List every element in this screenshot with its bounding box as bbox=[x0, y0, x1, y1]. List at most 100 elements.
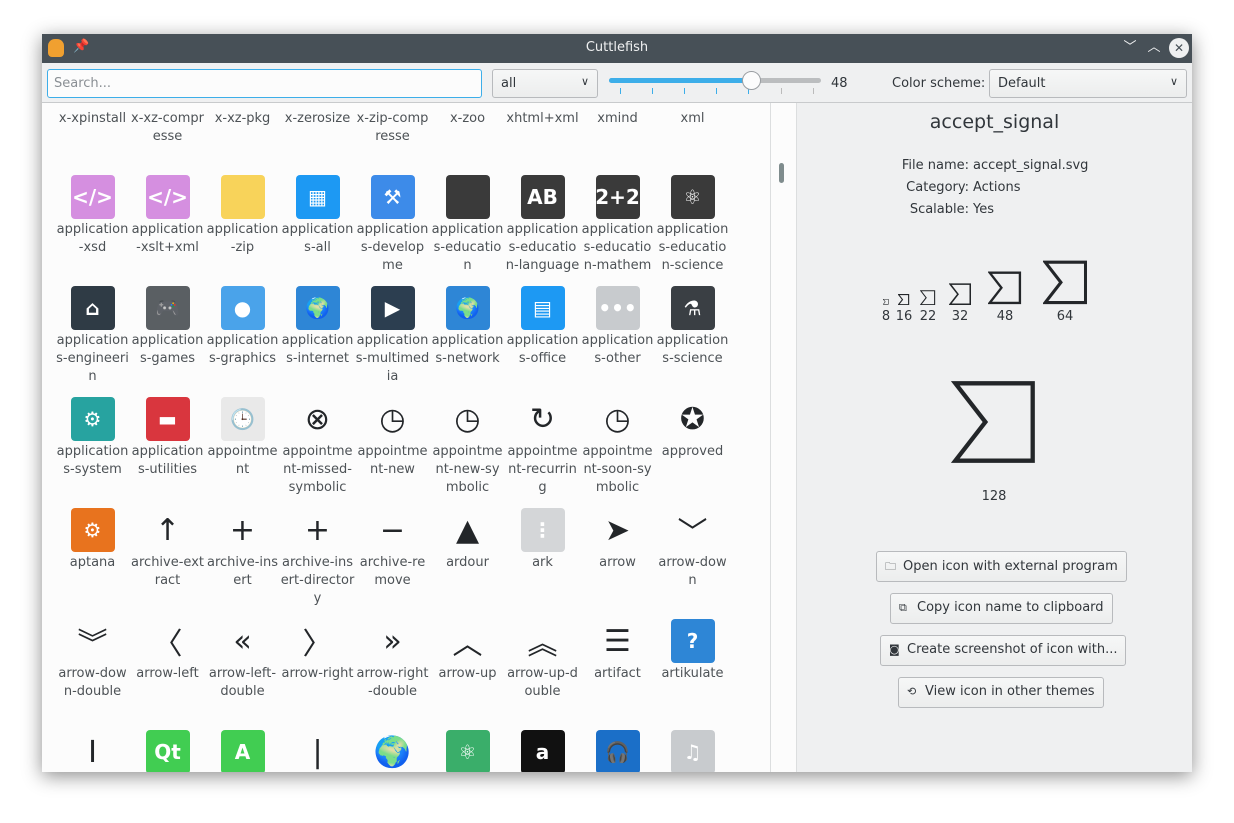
icon-grid-item[interactable]: ︾ arrow-down-double bbox=[55, 616, 130, 727]
icon-label: applications-all bbox=[281, 222, 354, 255]
icon-grid-item[interactable]: ▤ applications-office bbox=[505, 283, 580, 394]
icon-grid-item[interactable]: x-zoo bbox=[430, 103, 505, 172]
artifact-icon: ☰ bbox=[595, 619, 640, 663]
icon-size-slider[interactable] bbox=[609, 63, 821, 103]
view-other-themes-button[interactable]: ⟲ View icon in other themes bbox=[898, 677, 1104, 708]
icon-grid-item[interactable]: ◷ appointment-new-symbolic bbox=[430, 394, 505, 505]
icon-grid-item[interactable]: 🎮 applications-games bbox=[130, 283, 205, 394]
icon-grid-item[interactable]: ↻ appointment-recurring bbox=[505, 394, 580, 505]
association-icon: | bbox=[295, 730, 340, 772]
icon-grid-item[interactable]: ▬ applications-utilities bbox=[130, 394, 205, 505]
icon-grid-item[interactable]: ? artikulate bbox=[655, 616, 730, 727]
icon-grid-item[interactable]: xmind bbox=[580, 103, 655, 172]
icon-grid-item[interactable]: + archive-insert-directory bbox=[280, 505, 355, 616]
icon-grid-item[interactable]: ⚛atom bbox=[430, 727, 505, 772]
icon-grid-item[interactable]: ︿ arrow-up bbox=[430, 616, 505, 727]
icon-grid-item[interactable]: 2+2applications-education-mathematic bbox=[580, 172, 655, 283]
icon-grid-item[interactable]: ◷ appointment-soon-symbolic bbox=[580, 394, 655, 505]
icon-grid-item[interactable]: aaudacious bbox=[505, 727, 580, 772]
arrow-down-double-icon: ︾ bbox=[70, 619, 115, 663]
copy-icon: ⧉ bbox=[899, 601, 907, 614]
size-value: 48 bbox=[831, 76, 848, 91]
icon-grid-item[interactable]: |association bbox=[280, 727, 355, 772]
grid-scrollbar[interactable] bbox=[770, 103, 797, 772]
icon-grid-item[interactable]: − archive-remove bbox=[355, 505, 430, 616]
create-screenshot-button[interactable]: ◙ Create screenshot of icon with... bbox=[880, 635, 1127, 666]
icon-grid-item[interactable]: + archive-insert bbox=[205, 505, 280, 616]
category-label: Category: bbox=[906, 180, 969, 195]
icon-grid-item[interactable]: ✪ approved bbox=[655, 394, 730, 505]
icon-label: application-xslt+xml bbox=[131, 222, 204, 255]
icon-grid-item[interactable]: x-xz-pkg bbox=[205, 103, 280, 172]
icon-grid-item[interactable]: </> application-xslt+xml bbox=[130, 172, 205, 283]
icon-grid-item[interactable]: ••• applications-other bbox=[580, 283, 655, 394]
copy-name-button[interactable]: ⧉ Copy icon name to clipboard bbox=[890, 593, 1113, 624]
icon-grid-item[interactable]: ● applications-graphics bbox=[205, 283, 280, 394]
search-input[interactable] bbox=[47, 69, 482, 98]
icon-grid-item[interactable]: 〉 arrow-right bbox=[280, 616, 355, 727]
icon-label: applications-engineerin bbox=[56, 333, 129, 384]
icon-grid-item[interactable]: xml bbox=[655, 103, 730, 172]
icon-grid-item[interactable]: x-xz-compresse bbox=[130, 103, 205, 172]
color-scheme-select[interactable]: Default ∨ bbox=[989, 69, 1187, 98]
category-select[interactable]: all ∨ bbox=[492, 69, 598, 98]
icon-grid-item[interactable]: ➤ arrow bbox=[580, 505, 655, 616]
icon-grid-item[interactable]: applications-education bbox=[430, 172, 505, 283]
icon-grid-item[interactable]: Qtassistant bbox=[130, 727, 205, 772]
icon-grid-item[interactable]: x-zerosize bbox=[280, 103, 355, 172]
icon-grid-item[interactable]: «arrow-left-double bbox=[205, 616, 280, 727]
applications-education-mathematic-icon: 2+2 bbox=[595, 175, 640, 219]
applications-engineerin-icon: ⌂ bbox=[70, 286, 115, 330]
icon-grid-item[interactable]: ▶ applications-multimedia bbox=[355, 283, 430, 394]
applications-internet-icon: 🌍 bbox=[295, 286, 340, 330]
icon-grid-item[interactable]: ⚛ applications-education-science bbox=[655, 172, 730, 283]
icon-grid-item[interactable]: x-zip-compresse bbox=[355, 103, 430, 172]
icon-grid-item[interactable]: ⚙ aptana bbox=[55, 505, 130, 616]
category-value: all bbox=[501, 76, 517, 91]
maximize-button[interactable]: ︿ bbox=[1144, 38, 1164, 58]
icon-grid-item[interactable]: x-xpinstall bbox=[55, 103, 130, 172]
icon-grid-item[interactable]: application-zip bbox=[205, 172, 280, 283]
icon-label: archive-extract bbox=[131, 555, 204, 588]
icon-label: arrow-up-double bbox=[507, 666, 578, 699]
icon-grid-item[interactable]: ⚙ applications-system bbox=[55, 394, 130, 505]
appointment-icon: 🕒 bbox=[220, 397, 265, 441]
icon-grid-item[interactable]: ⌂ applications-engineerin bbox=[55, 283, 130, 394]
icon-grid-item[interactable]: 🌍 applications-network bbox=[430, 283, 505, 394]
icon-grid-item[interactable]: 🎧audacity bbox=[580, 727, 655, 772]
icon-grid-item[interactable]: </> application-xsd bbox=[55, 172, 130, 283]
icon-grid-item[interactable]: ◷ appointment-new bbox=[355, 394, 430, 505]
application-xsd-icon: </> bbox=[70, 175, 115, 219]
icon-grid-item[interactable]: ﹀ arrow-down bbox=[655, 505, 730, 616]
icon-grid-item[interactable]: ▦ applications-all bbox=[280, 172, 355, 283]
icon-grid-item[interactable]: ⚒ applications-developme bbox=[355, 172, 430, 283]
icon-label: xhtml+xml bbox=[506, 111, 579, 126]
icon-grid-item[interactable]: Aassistant5 bbox=[205, 727, 280, 772]
artistictext-tool-icon: I bbox=[70, 730, 115, 772]
icon-grid-item[interactable]: ⚗ applications-science bbox=[655, 283, 730, 394]
minimize-button[interactable]: ﹀ bbox=[1120, 38, 1140, 58]
icon-grid-item[interactable]: ▲ ardour bbox=[430, 505, 505, 616]
icon-grid-item[interactable]: ☰ artifact bbox=[580, 616, 655, 727]
icon-grid-item[interactable]: » arrow-right-double bbox=[355, 616, 430, 727]
applications-graphics-icon: ● bbox=[220, 286, 265, 330]
icon-grid-item[interactable]: 🕒 appointment bbox=[205, 394, 280, 505]
icon-grid-item[interactable]: Iartistictext-tool bbox=[55, 727, 130, 772]
icon-label: approved bbox=[661, 444, 724, 459]
icon-grid-item[interactable]: ↑ archive-extract bbox=[130, 505, 205, 616]
icon-grid-item[interactable]: ⊗ appointment-missed-symbolic bbox=[280, 394, 355, 505]
open-external-button[interactable]: 🗀 Open icon with external program bbox=[876, 551, 1127, 582]
icon-label: arrow-left bbox=[136, 666, 199, 681]
scrollbar-handle[interactable] bbox=[779, 163, 784, 183]
slider-handle[interactable] bbox=[742, 71, 762, 90]
icon-grid-item[interactable]: xhtml+xml bbox=[505, 103, 580, 172]
icon-grid-item[interactable]: AB applications-education-language bbox=[505, 172, 580, 283]
arrow-up-icon: ︿ bbox=[445, 619, 490, 663]
icon-grid-item[interactable]: 🌍atmosphere bbox=[355, 727, 430, 772]
icon-grid-item[interactable]: ⋮ ark bbox=[505, 505, 580, 616]
icon-grid-item[interactable]: ︽ arrow-up-double bbox=[505, 616, 580, 727]
icon-grid-item[interactable]: 〈 arrow-left bbox=[130, 616, 205, 727]
icon-grid-item[interactable]: ♫audio-ac3 bbox=[655, 727, 730, 772]
icon-grid-item[interactable]: 🌍 applications-internet bbox=[280, 283, 355, 394]
close-button[interactable]: ✕ bbox=[1169, 38, 1189, 58]
